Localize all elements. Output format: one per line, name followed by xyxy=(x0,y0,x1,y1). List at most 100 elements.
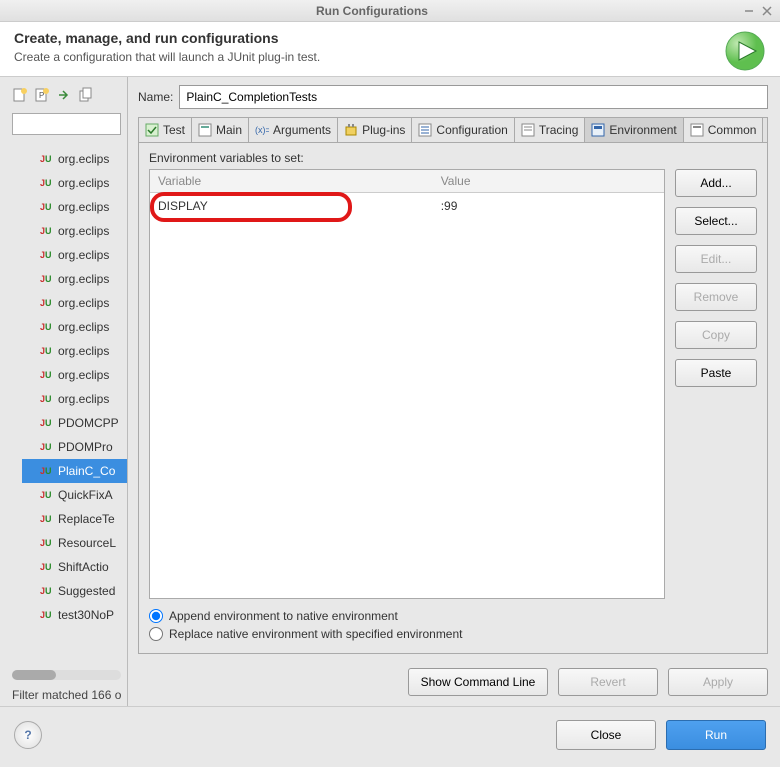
tab-test[interactable]: Test xyxy=(139,118,192,142)
filter-field[interactable] xyxy=(12,113,121,135)
config-item[interactable]: JU PDOMPro xyxy=(40,435,127,459)
tab-label: Common xyxy=(708,123,757,137)
sidebar: P JUorg.eclipsJUorg.eclipsJUorg.eclipsJU… xyxy=(0,77,128,706)
config-item[interactable]: JUorg.eclips xyxy=(40,195,127,219)
config-item[interactable]: JUQuickFixA xyxy=(40,483,127,507)
configuration-tab-icon xyxy=(418,123,432,137)
window-close-icon[interactable] xyxy=(760,4,774,18)
svg-text:U: U xyxy=(45,538,52,548)
config-item[interactable]: JUorg.eclips xyxy=(40,387,127,411)
config-item[interactable]: JU org.eclips xyxy=(40,243,127,267)
junit-icon: JU xyxy=(40,248,54,262)
common-tab-icon xyxy=(690,123,704,137)
config-item[interactable]: JUPlainC_Co xyxy=(22,459,127,483)
junit-icon: JU xyxy=(40,344,54,358)
config-item-label: org.eclips xyxy=(58,224,109,238)
config-item[interactable]: JU org.eclips xyxy=(40,219,127,243)
env-radio-group: Append environment to native environment… xyxy=(149,609,757,645)
close-button[interactable]: Close xyxy=(556,720,656,750)
radio-append[interactable]: Append environment to native environment xyxy=(149,609,757,623)
env-var-value: :99 xyxy=(433,193,664,220)
config-item[interactable]: JU org.eclips xyxy=(40,315,127,339)
table-row[interactable]: DISPLAY :99 xyxy=(150,193,664,220)
edit-button[interactable]: Edit... xyxy=(675,245,757,273)
config-item-label: org.eclips xyxy=(58,368,109,382)
tab-tracing[interactable]: Tracing xyxy=(515,118,586,142)
paste-button[interactable]: Paste xyxy=(675,359,757,387)
env-col-value: Value xyxy=(433,170,664,193)
arguments-tab-icon: (x)= xyxy=(255,123,269,137)
tab-label: Main xyxy=(216,123,242,137)
config-item-label: org.eclips xyxy=(58,320,109,334)
config-item[interactable]: JUResourceL xyxy=(40,531,127,555)
config-item[interactable]: JUorg.eclips xyxy=(40,339,127,363)
config-item-label: PDOMPro xyxy=(58,440,113,454)
header-title: Create, manage, and run configurations xyxy=(14,30,766,46)
junit-icon: JU xyxy=(40,608,54,622)
plug-ins-tab-icon xyxy=(344,123,358,137)
name-label: Name: xyxy=(138,90,173,104)
svg-text:U: U xyxy=(45,250,52,260)
tab-arguments[interactable]: (x)=Arguments xyxy=(249,118,338,142)
config-item[interactable]: JUSuggested xyxy=(40,579,127,603)
junit-icon: JU xyxy=(40,392,54,406)
config-item[interactable]: JU org.eclips xyxy=(40,363,127,387)
junit-icon: JU xyxy=(40,320,54,334)
config-item[interactable]: JUPDOMCPP xyxy=(40,411,127,435)
export-icon[interactable] xyxy=(56,87,74,105)
config-item[interactable]: JUReplaceTe xyxy=(40,507,127,531)
junit-icon: JU xyxy=(40,224,54,238)
svg-text:U: U xyxy=(45,298,52,308)
horizontal-scrollbar[interactable] xyxy=(12,670,121,680)
junit-icon: JU xyxy=(40,536,54,550)
config-item[interactable]: JUShiftActio xyxy=(40,555,127,579)
config-tree[interactable]: JU org.eclips JU org.eclips JU org.eclips JU or… xyxy=(6,139,127,666)
junit-icon: JU xyxy=(40,368,54,382)
run-button[interactable]: Run xyxy=(666,720,766,750)
tab-common[interactable]: Common xyxy=(684,118,764,142)
junit-icon: JU xyxy=(40,440,54,454)
add-button[interactable]: Add... xyxy=(675,169,757,197)
config-item[interactable]: JUorg.eclips xyxy=(40,267,127,291)
window-title: Run Configurations xyxy=(6,4,738,18)
tab-main[interactable]: Main xyxy=(192,118,249,142)
config-item-label: org.eclips xyxy=(58,200,109,214)
config-item[interactable]: JU test30NoP xyxy=(40,603,127,627)
new-prototype-icon[interactable]: P xyxy=(34,87,52,105)
radio-replace[interactable]: Replace native environment with specifie… xyxy=(149,627,757,641)
apply-button[interactable]: Apply xyxy=(668,668,768,696)
duplicate-icon[interactable] xyxy=(78,87,96,105)
config-item[interactable]: JUorg.eclips xyxy=(40,291,127,315)
remove-button[interactable]: Remove xyxy=(675,283,757,311)
tab-plug-ins[interactable]: Plug-ins xyxy=(338,118,412,142)
junit-icon: JU xyxy=(40,488,54,502)
config-item[interactable]: JUorg.eclips xyxy=(40,147,127,171)
config-item[interactable]: JUorg.eclips xyxy=(40,171,127,195)
copy-button[interactable]: Copy xyxy=(675,321,757,349)
env-button-column: Add... Select... Edit... Remove Copy Pas… xyxy=(675,169,757,599)
show-command-line-button[interactable]: Show Command Line xyxy=(408,668,548,696)
config-item-label: org.eclips xyxy=(58,248,109,262)
window-minimize-icon[interactable] xyxy=(742,4,756,18)
select-button[interactable]: Select... xyxy=(675,207,757,235)
new-config-icon[interactable] xyxy=(12,87,30,105)
main-tab-icon xyxy=(198,123,212,137)
env-table[interactable]: Variable Value DISPLAY :99 xyxy=(149,169,665,599)
name-input[interactable] xyxy=(179,85,768,109)
help-button[interactable]: ? xyxy=(14,721,42,749)
tab-configuration[interactable]: Configuration xyxy=(412,118,514,142)
junit-icon: JU xyxy=(40,296,54,310)
junit-icon: JU xyxy=(40,560,54,574)
config-item-label: Suggested xyxy=(58,584,115,598)
tab-environment[interactable]: Environment xyxy=(585,118,683,142)
svg-text:U: U xyxy=(45,346,52,356)
config-item-label: test30NoP xyxy=(58,608,114,622)
config-item-label: PlainC_Co xyxy=(58,464,115,478)
svg-text:U: U xyxy=(45,202,52,212)
environment-tab-icon xyxy=(591,123,605,137)
env-var-name: DISPLAY xyxy=(150,193,433,220)
revert-button[interactable]: Revert xyxy=(558,668,658,696)
footer: ? Close Run xyxy=(0,706,780,762)
filter-input[interactable] xyxy=(12,113,121,135)
svg-text:U: U xyxy=(45,178,52,188)
